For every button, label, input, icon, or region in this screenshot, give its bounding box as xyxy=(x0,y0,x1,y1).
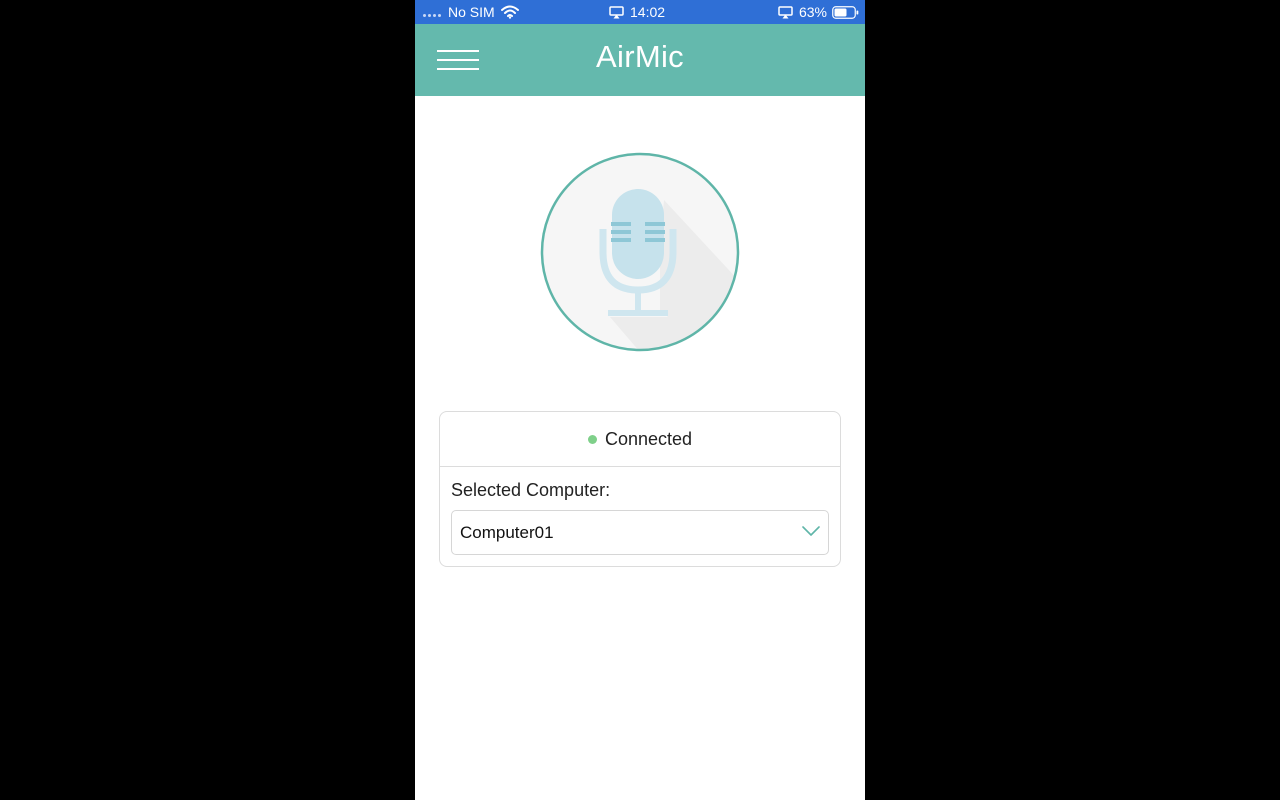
connection-card: Connected Selected Computer: Computer01 xyxy=(439,411,841,567)
connection-status: Connected xyxy=(440,412,840,467)
airplay-icon xyxy=(609,5,624,18)
status-bar: No SIM 14:02 63% xyxy=(415,0,865,24)
status-dot xyxy=(587,434,597,444)
app-title: AirMic xyxy=(596,39,684,74)
battery-icon xyxy=(832,5,859,19)
microphone-button[interactable] xyxy=(540,152,740,352)
carrier-label: No SIM xyxy=(448,4,495,20)
signal-dots-icon xyxy=(423,13,441,17)
wifi-icon xyxy=(500,5,519,19)
computer-select[interactable]: Computer01 xyxy=(451,510,829,555)
computer-select-value: Computer01 xyxy=(460,523,554,542)
chevron-down-icon xyxy=(802,526,820,536)
nav-header: AirMic xyxy=(415,24,865,96)
status-right: 63% xyxy=(778,3,859,21)
clock-time: 14:02 xyxy=(630,4,666,20)
status-text: Connected xyxy=(604,428,693,449)
status-center: 14:02 xyxy=(609,3,665,21)
selected-computer-label: Selected Computer: xyxy=(451,480,611,500)
airplay-icon xyxy=(778,5,793,18)
app-screen: No SIM 14:02 63% AirMic Connected Select… xyxy=(415,0,865,800)
battery-percent: 63% xyxy=(798,4,827,20)
status-left: No SIM xyxy=(423,3,519,21)
